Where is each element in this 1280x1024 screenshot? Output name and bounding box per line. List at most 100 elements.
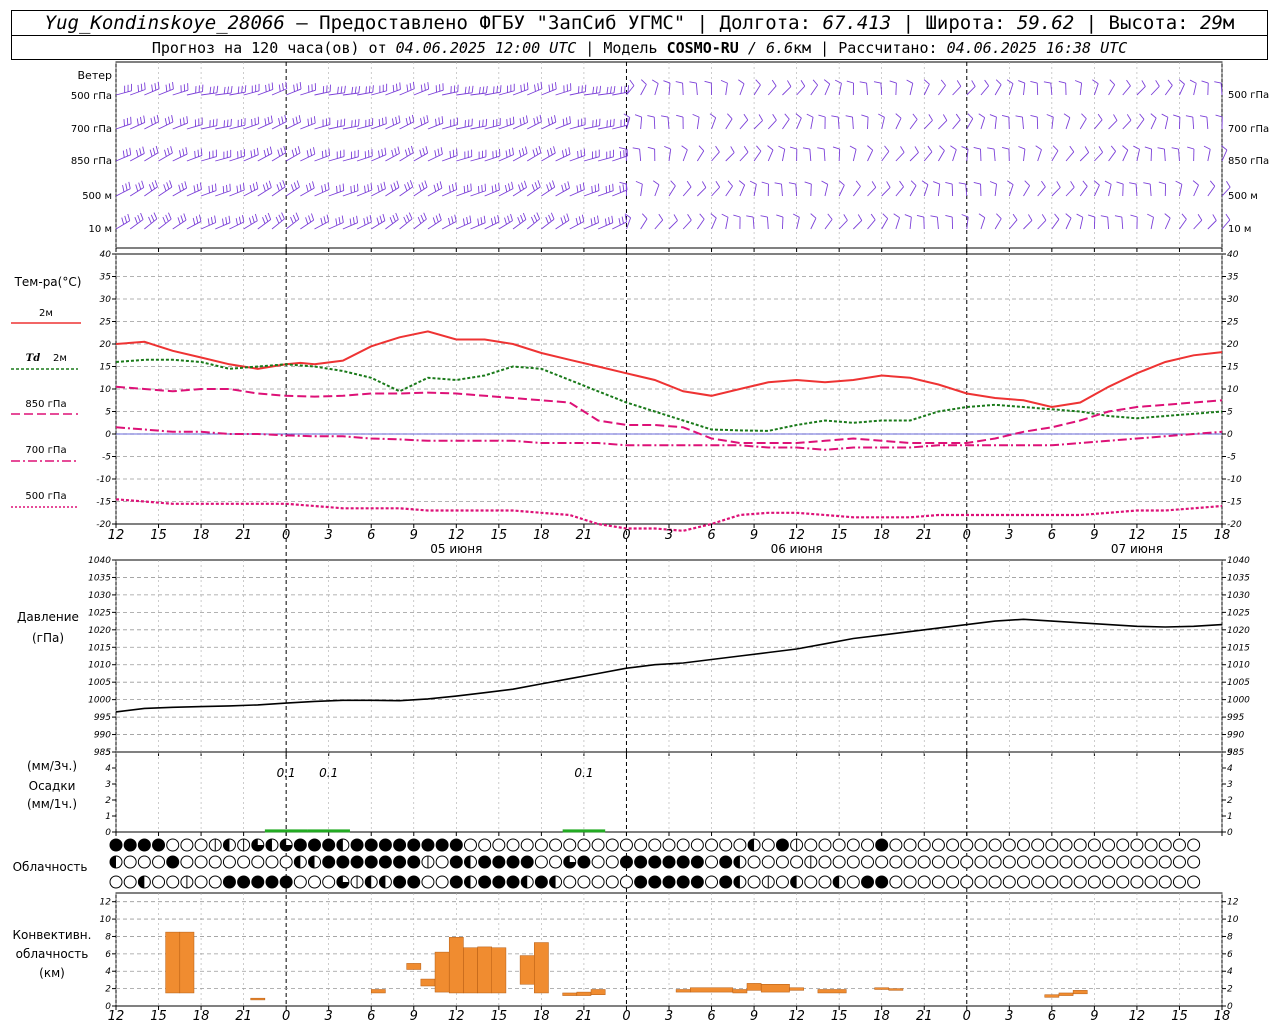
wind-barb	[710, 213, 717, 230]
cloud-symbol	[322, 838, 336, 852]
wind-barb-staff	[980, 217, 986, 230]
wind-barb	[1157, 147, 1166, 162]
wind-barb	[652, 180, 660, 197]
cloud-symbol	[1059, 855, 1073, 869]
x-tick-label: 21	[576, 1009, 593, 1024]
wind-barb-feather	[420, 84, 423, 92]
wind-barb-feather	[408, 212, 413, 220]
cloud-symbol	[350, 855, 364, 869]
wind-barb-staff	[243, 90, 260, 96]
wind-barb-staff	[1108, 120, 1118, 130]
wind-barb-feather	[184, 181, 188, 189]
y-tick-label: 1035	[88, 573, 111, 583]
date-label: 06 июня	[771, 542, 823, 556]
wind-barb-staff	[640, 117, 643, 130]
wind-barb-feather	[523, 83, 526, 91]
wind-barb	[158, 180, 173, 197]
y-tick-label: 1	[105, 812, 111, 822]
x-tick-label: 9	[1090, 1009, 1098, 1024]
wind-barb-staff	[1065, 151, 1075, 162]
cloud-symbol	[818, 838, 832, 852]
wind-barb-feather	[477, 186, 480, 194]
wind-barb	[215, 149, 232, 162]
wind-barb-staff	[938, 120, 948, 130]
wind-barb-feather	[264, 214, 269, 222]
y-tick-label: 15	[1227, 363, 1239, 373]
wind-barb-feather	[506, 119, 508, 127]
wind-barb-feather	[565, 117, 568, 125]
wind-barb-staff	[866, 83, 868, 96]
wind-barb-staff	[597, 222, 613, 230]
cloud-symbol	[790, 855, 804, 869]
y-tick-label: 25	[1227, 318, 1239, 328]
cloud-symbol	[336, 855, 350, 869]
x-tick-label: 12	[788, 1009, 805, 1024]
wind-barb-feather	[390, 184, 394, 192]
cloud-symbol	[946, 838, 960, 852]
wind-barb	[257, 82, 274, 96]
wind-barb	[909, 113, 918, 130]
wind-barb	[1150, 113, 1157, 130]
wind-barb-staff	[909, 119, 918, 130]
legend-td-prefix: Td	[26, 353, 40, 364]
wind-barb	[909, 146, 919, 162]
cloud-symbol	[1016, 855, 1030, 869]
wind-barb-staff	[938, 85, 946, 96]
wind-barb-feather	[810, 213, 817, 219]
cloud-symbol	[478, 838, 492, 852]
wind-barb-feather	[138, 182, 142, 190]
convective-bar	[874, 987, 890, 990]
wind-barb	[675, 81, 684, 96]
wind-barb	[682, 214, 692, 230]
wind-barb-feather	[831, 115, 839, 118]
cloud-symbol	[449, 838, 463, 852]
wind-barb-feather	[1070, 181, 1075, 188]
wind-barb-staff	[597, 156, 614, 162]
wind-barb-staff	[1008, 83, 1014, 96]
wind-barb-feather	[396, 180, 400, 188]
cloud-symbol	[463, 838, 477, 852]
wind-barb-staff	[1136, 86, 1146, 96]
wind-barb-feather	[186, 116, 189, 124]
wind-barb-feather	[253, 149, 256, 157]
wind-barb	[739, 113, 749, 130]
wind-barb-feather	[640, 79, 647, 85]
wind-barb	[271, 212, 285, 230]
wind-barb-feather	[1041, 180, 1046, 188]
wind-barb	[1199, 115, 1209, 130]
wind-barb-staff	[1193, 83, 1197, 96]
wind-barb-feather	[1098, 146, 1103, 153]
wind-barb-staff	[371, 90, 387, 96]
convective-bar	[562, 992, 578, 996]
wind-barb	[342, 215, 359, 230]
y-tick-label: 30	[1227, 295, 1239, 305]
wind-barb	[746, 215, 755, 230]
cloud-symbol	[1059, 838, 1073, 852]
wind-barb	[1065, 213, 1072, 230]
cloud-symbol	[137, 855, 151, 869]
cloud-symbol	[492, 875, 506, 889]
cloud-symbol	[322, 875, 336, 889]
wind-barb-feather	[518, 149, 522, 157]
wind-barb-feather	[1084, 146, 1090, 153]
wind-barb-feather	[153, 116, 156, 124]
wind-barb	[1108, 145, 1116, 162]
wind-barb-feather	[575, 217, 579, 225]
wind-barb-feather	[956, 80, 962, 87]
wind-barb	[598, 118, 615, 130]
wind-barb-feather	[305, 217, 309, 225]
cloud-symbol	[364, 855, 378, 869]
wind-barb	[893, 213, 900, 230]
cloud-symbol	[1073, 855, 1087, 869]
wind-barb-staff	[824, 219, 833, 230]
wind-barb-feather	[230, 86, 233, 94]
wind-barb	[782, 80, 792, 96]
wind-barb-feather	[634, 114, 642, 118]
x-tick-label: 12	[788, 528, 805, 543]
wind-barb-feather	[604, 218, 607, 226]
wind-barb-feather	[1054, 213, 1060, 220]
wind-barb-feather	[608, 184, 611, 192]
wind-barb	[314, 117, 331, 130]
wind-barb-feather	[899, 180, 904, 188]
wind-barb	[1094, 146, 1103, 162]
